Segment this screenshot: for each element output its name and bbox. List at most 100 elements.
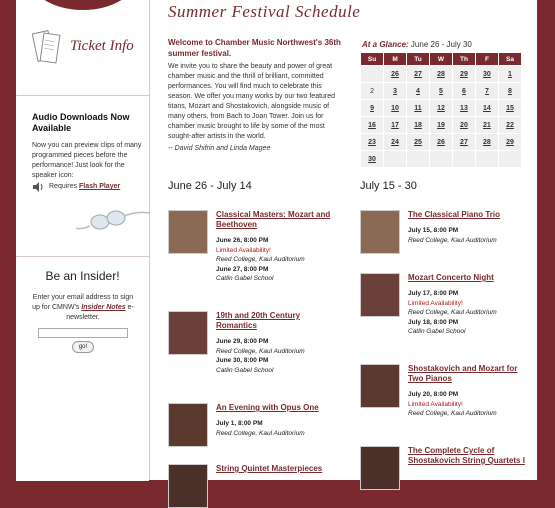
calendar-date[interactable]: 19 — [429, 117, 452, 133]
calendar-date[interactable]: 23 — [361, 134, 384, 150]
calendar-day-header: F — [475, 53, 498, 65]
insider-notes-link[interactable]: Insider Notes — [81, 304, 125, 311]
event-thumbnail[interactable] — [360, 446, 400, 490]
headphones-icon — [76, 210, 155, 230]
event-date: July 17, 8:00 PM — [408, 290, 459, 297]
welcome-heading: Welcome to Chamber Music Northwest's 36t… — [168, 38, 341, 58]
event-title-link[interactable]: String Quintet Masterpieces — [216, 464, 341, 474]
calendar-date[interactable]: 5 — [429, 83, 452, 99]
calendar-date[interactable]: 12 — [429, 100, 452, 116]
calendar-date[interactable]: 10 — [384, 100, 407, 116]
calendar-date[interactable]: 3 — [384, 83, 407, 99]
calendar-date[interactable]: 7 — [475, 83, 498, 99]
event-details: June 26, 8:00 PM Limited Availability! Ree… — [216, 236, 346, 284]
calendar-date[interactable]: 27 — [407, 66, 429, 82]
insider-description: Enter your email address to sign up for … — [28, 293, 138, 323]
page-title: Summer Festival Schedule — [168, 2, 361, 21]
calendar-empty-cell — [429, 151, 452, 167]
calendar: Su M Tu W Th F Sa 26 27 28 29 30 1 2 3 4 5 6 7 8 9 10 11 12 13 1… — [360, 52, 522, 168]
sidebar-top-arc — [16, 0, 149, 10]
calendar-date[interactable]: 27 — [452, 134, 475, 150]
calendar-date[interactable]: 30 — [475, 66, 498, 82]
event-thumbnail[interactable] — [168, 403, 208, 447]
event-thumbnail[interactable] — [360, 364, 400, 408]
calendar-date[interactable]: 26 — [384, 66, 407, 82]
calendar-day-header: Su — [361, 53, 384, 65]
event-title-link[interactable]: Classical Masters: Mozart and Beethoven — [216, 210, 341, 230]
glance-range: June 26 - July 30 — [410, 40, 472, 49]
calendar-date[interactable]: 20 — [452, 117, 475, 133]
event-thumbnail[interactable] — [360, 273, 400, 317]
event-title-link[interactable]: 19th and 20th Century Romantics — [216, 311, 341, 331]
email-input[interactable] — [38, 328, 128, 338]
calendar-date[interactable]: 1 — [498, 66, 521, 82]
calendar-date[interactable]: 16 — [361, 117, 384, 133]
event-thumbnail[interactable] — [360, 210, 400, 254]
calendar-date[interactable]: 14 — [475, 100, 498, 116]
insider-title-word: Insider! — [80, 269, 120, 283]
event-date: June 29, 8:00 PM — [216, 338, 269, 345]
event-date: July 15, 8:00 PM — [408, 227, 459, 234]
event-venue: Reed College, Kaul Auditorium — [216, 347, 305, 355]
event-venue: Reed College, Kaul Auditorium — [216, 256, 305, 263]
calendar-date[interactable]: 24 — [384, 134, 407, 150]
audio-downloads-description: Now you can preview clips of many progra… — [32, 142, 142, 179]
requires-label: Requires — [49, 183, 78, 190]
calendar-date[interactable]: 22 — [498, 117, 521, 133]
intro-paragraph: We invite you to share the beauty and po… — [168, 63, 336, 140]
calendar-date[interactable]: 11 — [407, 100, 429, 116]
event-venue: Catlin Gabel School — [216, 366, 274, 374]
calendar-date[interactable]: 21 — [475, 117, 498, 133]
ticket-info-label: Ticket Info — [70, 38, 134, 54]
calendar-date[interactable]: 6 — [452, 83, 475, 99]
event-details: July 17, 8:00 PM Limited Availability! Ree… — [408, 289, 538, 337]
calendar-date[interactable]: 8 — [498, 83, 521, 99]
calendar-empty-cell — [384, 151, 407, 167]
calendar-date[interactable]: 29 — [452, 66, 475, 82]
event-date: June 26, 8:00 PM — [216, 237, 269, 244]
tickets-icon — [32, 30, 61, 64]
event-title-link[interactable]: The Complete Cycle of Shostakovich Strin… — [408, 446, 533, 466]
go-button[interactable]: go! — [72, 341, 94, 353]
event-details: July 20, 8:00 PM Limited Availability! Ree… — [408, 390, 538, 419]
calendar-date[interactable]: 9 — [361, 100, 384, 116]
calendar-date[interactable]: 13 — [452, 100, 475, 116]
event-title-link[interactable]: Mozart Concerto Night — [408, 273, 533, 283]
calendar-day-header: W — [429, 53, 452, 65]
calendar-date[interactable]: 25 — [407, 134, 429, 150]
at-a-glance-label: At a Glance: June 26 - July 30 — [362, 40, 472, 49]
event-title-link[interactable]: The Classical Piano Trio — [408, 210, 533, 220]
right-frame — [537, 0, 555, 480]
event-venue: Reed College, Kaul Auditorium — [408, 309, 497, 316]
event-venue: Reed College, Kaul Auditorium — [216, 429, 305, 437]
calendar-date: 2 — [361, 83, 384, 99]
flash-player-link[interactable]: Flash Player — [79, 183, 120, 190]
calendar-date[interactable]: 30 — [361, 151, 384, 167]
event-venue: Catlin Gabel School — [216, 275, 274, 282]
calendar-empty-cell — [475, 151, 498, 167]
signature: -- David Shifrin and Linda Magee — [168, 145, 271, 152]
event-date: June 27, 8:00 PM — [216, 265, 269, 273]
right-column-heading: July 15 - 30 — [360, 180, 417, 192]
event-venue: Reed College, Kaul Auditorium — [408, 410, 497, 417]
flash-requirement: Requires Flash Player — [49, 183, 120, 190]
event-thumbnail[interactable] — [168, 311, 208, 355]
calendar-date[interactable]: 18 — [407, 117, 429, 133]
calendar-date[interactable]: 17 — [384, 117, 407, 133]
calendar-date[interactable]: 15 — [498, 100, 521, 116]
calendar-date[interactable]: 29 — [498, 134, 521, 150]
event-thumbnail[interactable] — [168, 210, 208, 254]
calendar-date[interactable]: 26 — [429, 134, 452, 150]
audio-downloads-title: Audio Downloads Now Available — [32, 112, 130, 133]
event-title-link[interactable]: Shostakovich and Mozart for Two Pianos — [408, 364, 533, 384]
event-date: July 20, 8:00 PM — [408, 391, 459, 398]
calendar-day-header: Th — [452, 53, 475, 65]
event-details: June 29, 8:00 PM Reed College, Kaul Audit… — [216, 337, 346, 375]
calendar-date[interactable]: 28 — [429, 66, 452, 82]
calendar-date[interactable]: 4 — [407, 83, 429, 99]
event-title-link[interactable]: An Evening with Opus One — [216, 403, 341, 413]
calendar-date[interactable]: 28 — [475, 134, 498, 150]
ticket-info-link[interactable]: Ticket Info — [26, 28, 146, 76]
calendar-day-header: M — [384, 53, 407, 65]
event-thumbnail[interactable] — [168, 464, 208, 508]
